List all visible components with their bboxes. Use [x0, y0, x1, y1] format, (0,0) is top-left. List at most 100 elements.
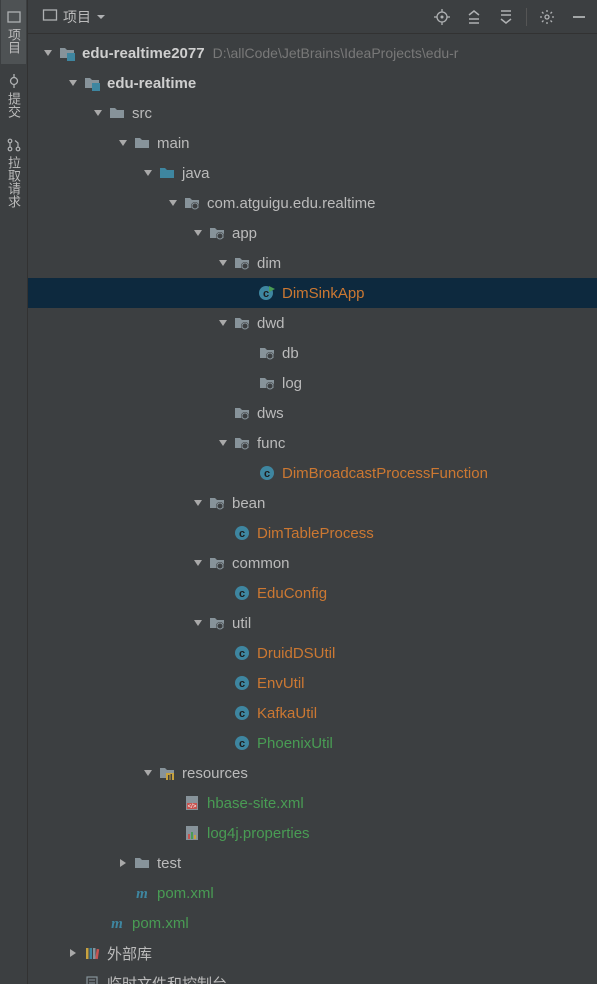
- chevron-down-icon[interactable]: [90, 105, 106, 121]
- tree-node-label: dws: [257, 405, 284, 422]
- tree-node[interactable]: cKafkaUtil: [28, 698, 597, 728]
- tree-node[interactable]: src: [28, 98, 597, 128]
- svg-text:c: c: [239, 528, 245, 540]
- tree-node[interactable]: cDimTableProcess: [28, 518, 597, 548]
- module-icon: [83, 74, 101, 92]
- lib-icon: [83, 944, 101, 962]
- tree-node[interactable]: cEduConfig: [28, 578, 597, 608]
- svg-text:m: m: [111, 916, 123, 931]
- package-icon: [233, 314, 251, 332]
- tree-node[interactable]: cEnvUtil: [28, 668, 597, 698]
- chevron-down-icon[interactable]: [40, 45, 56, 61]
- project-panel: 项目 edu-realtime2077D:: [28, 0, 597, 984]
- chevron-down-icon[interactable]: [190, 225, 206, 241]
- chevron-down-icon[interactable]: [215, 315, 231, 331]
- chevron-right-icon[interactable]: [65, 945, 81, 961]
- package-icon: [208, 494, 226, 512]
- tree-node[interactable]: m pom.xml: [28, 908, 597, 938]
- tool-tab-label: 项目: [4, 28, 23, 54]
- chevron-down-icon[interactable]: [215, 435, 231, 451]
- tree-node[interactable]: dwd: [28, 308, 597, 338]
- chevron-down-icon[interactable]: [190, 555, 206, 571]
- maven-icon: m: [108, 914, 126, 932]
- chevron-down-icon[interactable]: [215, 255, 231, 271]
- tree-node[interactable]: c DimSinkApp: [28, 278, 597, 308]
- chevron-down-icon[interactable]: [190, 615, 206, 631]
- tree-node[interactable]: 外部库: [28, 938, 597, 968]
- project-tree[interactable]: edu-realtime2077D:\allCode\JetBrains\Ide…: [28, 34, 597, 984]
- class-run-icon: c: [258, 284, 276, 302]
- tool-tab-pull-requests[interactable]: 拉取请求: [1, 128, 26, 218]
- arrow-spacer: [240, 345, 256, 361]
- tree-node-label: edu-realtime2077: [82, 45, 205, 62]
- class-icon: c: [233, 584, 251, 602]
- tree-node[interactable]: util: [28, 608, 597, 638]
- class-icon: c: [258, 464, 276, 482]
- chevron-down-icon[interactable]: [165, 195, 181, 211]
- tree-node[interactable]: cPhoenixUtil: [28, 728, 597, 758]
- expand-all-button[interactable]: [462, 5, 486, 29]
- tree-node[interactable]: mpom.xml: [28, 878, 597, 908]
- tree-node-label: DimBroadcastProcessFunction: [282, 465, 488, 482]
- arrow-spacer: [240, 285, 256, 301]
- chevron-down-icon[interactable]: [140, 765, 156, 781]
- project-icon: [7, 10, 21, 24]
- arrow-spacer: [115, 885, 131, 901]
- locate-button[interactable]: [430, 5, 454, 29]
- tree-node[interactable]: db: [28, 338, 597, 368]
- arrow-spacer: [240, 375, 256, 391]
- chevron-down-icon[interactable]: [115, 135, 131, 151]
- package-icon: [258, 344, 276, 362]
- arrow-spacer: [165, 825, 181, 841]
- tree-node[interactable]: func: [28, 428, 597, 458]
- tree-node-label: common: [232, 555, 290, 572]
- tree-node-label: pom.xml: [132, 915, 189, 932]
- view-selector[interactable]: 项目: [34, 4, 114, 30]
- arrow-spacer: [215, 405, 231, 421]
- svg-text:c: c: [263, 288, 269, 300]
- chevron-down-icon[interactable]: [190, 495, 206, 511]
- chevron-right-icon[interactable]: [115, 855, 131, 871]
- chevron-down-icon[interactable]: [140, 165, 156, 181]
- tree-node[interactable]: 临时文件和控制台: [28, 968, 597, 984]
- tree-node[interactable]: </>hbase-site.xml: [28, 788, 597, 818]
- tree-node-label: main: [157, 135, 190, 152]
- chevron-down-icon[interactable]: [65, 75, 81, 91]
- tree-node[interactable]: resources: [28, 758, 597, 788]
- tree-node[interactable]: com.atguigu.edu.realtime: [28, 188, 597, 218]
- tree-node-label: java: [182, 165, 210, 182]
- maven-icon: m: [133, 884, 151, 902]
- tree-node-label: DimSinkApp: [282, 285, 365, 302]
- tree-node-label: log: [282, 375, 302, 392]
- tree-node[interactable]: log: [28, 368, 597, 398]
- pull-request-icon: [7, 138, 21, 152]
- svg-text:</>: </>: [188, 804, 197, 810]
- tree-node[interactable]: dws: [28, 398, 597, 428]
- tree-node[interactable]: log4j.properties: [28, 818, 597, 848]
- tool-tab-commit[interactable]: 提交: [1, 64, 26, 128]
- tree-node[interactable]: java: [28, 158, 597, 188]
- tree-node[interactable]: edu-realtime: [28, 68, 597, 98]
- arrow-spacer: [215, 645, 231, 661]
- tree-node[interactable]: dim: [28, 248, 597, 278]
- hide-button[interactable]: [567, 5, 591, 29]
- collapse-all-button[interactable]: [494, 5, 518, 29]
- tree-node-label: 临时文件和控制台: [107, 973, 227, 984]
- tree-node[interactable]: test: [28, 848, 597, 878]
- tree-node[interactable]: bean: [28, 488, 597, 518]
- package-icon: [233, 254, 251, 272]
- arrow-spacer: [65, 975, 81, 984]
- tree-node[interactable]: app: [28, 218, 597, 248]
- tree-node[interactable]: cDruidDSUtil: [28, 638, 597, 668]
- tree-node[interactable]: c DimBroadcastProcessFunction: [28, 458, 597, 488]
- package-icon: [233, 434, 251, 452]
- package-icon: [208, 614, 226, 632]
- tree-node[interactable]: edu-realtime2077D:\allCode\JetBrains\Ide…: [28, 38, 597, 68]
- props-icon: [183, 824, 201, 842]
- tree-node-label: log4j.properties: [207, 825, 310, 842]
- settings-button[interactable]: [535, 5, 559, 29]
- tool-tab-project[interactable]: 项目: [1, 0, 26, 64]
- class-icon: c: [233, 734, 251, 752]
- tree-node[interactable]: main: [28, 128, 597, 158]
- tree-node[interactable]: common: [28, 548, 597, 578]
